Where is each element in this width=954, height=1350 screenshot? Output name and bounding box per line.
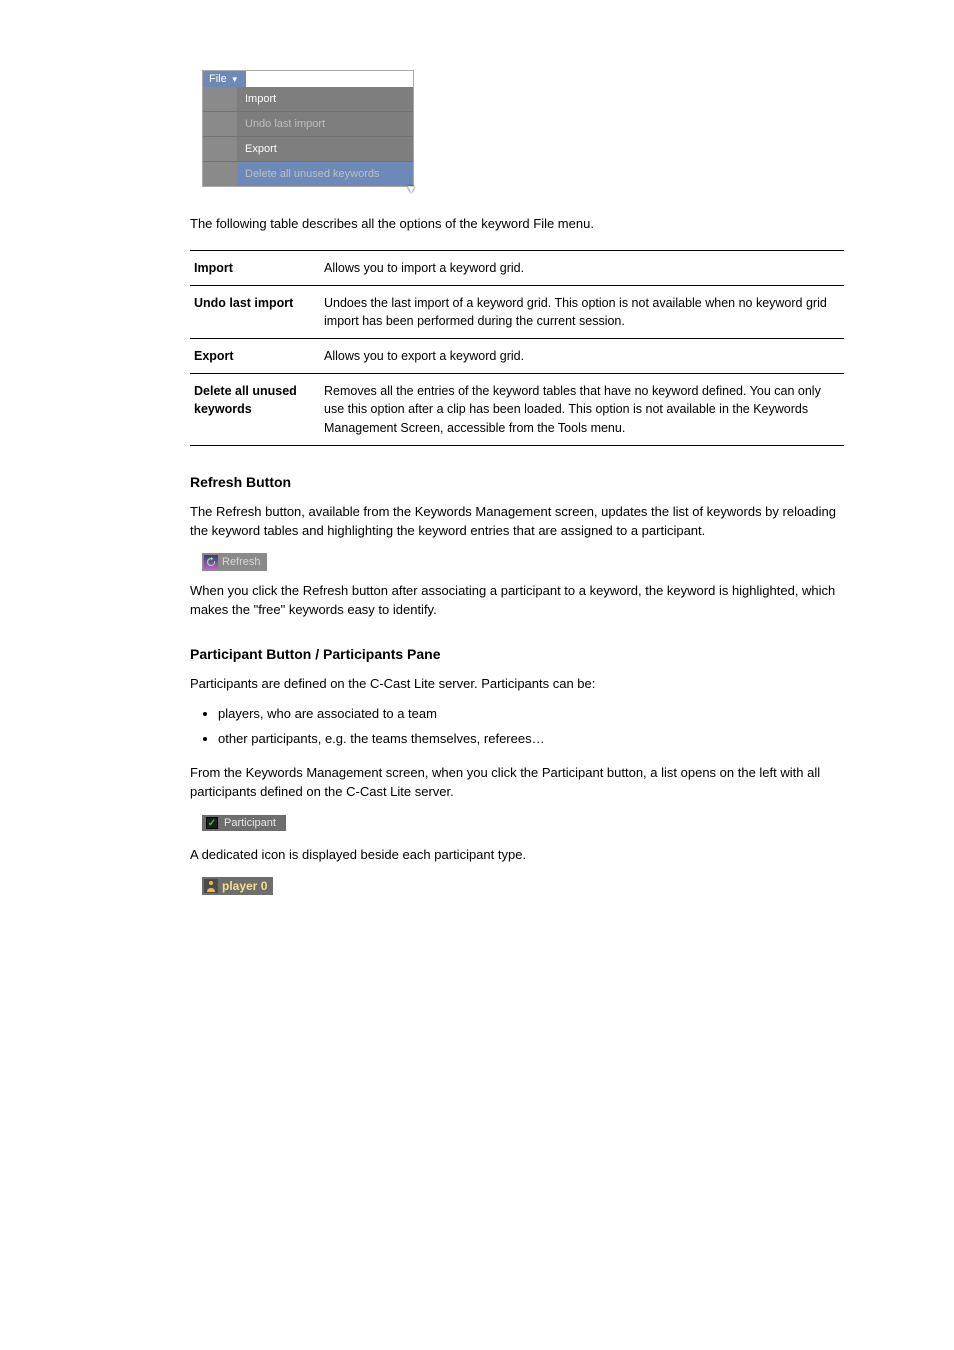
paragraph: A dedicated icon is displayed beside eac… (190, 845, 844, 865)
description-cell: Undoes the last import of a keyword grid… (320, 285, 844, 338)
table-row: Delete all unused keywords Removes all t… (190, 374, 844, 445)
chevron-down-icon: ▼ (231, 75, 239, 84)
refresh-label: Refresh (222, 556, 261, 568)
heading-refresh-button: Refresh Button (190, 474, 844, 490)
menu-item-label: Import (237, 87, 284, 111)
file-menu-body: Import Undo last import Export Delete al… (203, 87, 413, 186)
option-cell: Export (190, 339, 320, 374)
table-row: Import Allows you to import a keyword gr… (190, 250, 844, 285)
file-menu-header: File ▼ (203, 71, 246, 87)
option-cell: Delete all unused keywords (190, 374, 320, 445)
option-cell: Undo last import (190, 285, 320, 338)
list-item: other participants, e.g. the teams thems… (218, 730, 844, 749)
paragraph: When you click the Refresh button after … (190, 581, 844, 620)
player-chip-screenshot: player 0 (202, 877, 273, 895)
refresh-icon (204, 555, 218, 569)
checkmark-icon: ✓ (206, 817, 218, 829)
option-cell: Import (190, 250, 320, 285)
heading-participant-button: Participant Button / Participants Pane (190, 646, 844, 662)
options-table: Import Allows you to import a keyword gr… (190, 250, 844, 446)
file-menu-header-label: File (209, 73, 227, 85)
player-label: player 0 (222, 879, 267, 893)
intro-paragraph: The following table describes all the op… (190, 215, 844, 234)
menu-item-delete-unused-keywords: Delete all unused keywords (203, 161, 413, 186)
refresh-button-screenshot: Refresh (202, 553, 267, 571)
menu-item-undo-last-import: Undo last import (203, 111, 413, 136)
file-menu-screenshot: File ▼ Import Undo last import Export De… (202, 70, 414, 187)
description-cell: Removes all the entries of the keyword t… (320, 374, 844, 445)
paragraph: Participants are defined on the C-Cast L… (190, 674, 844, 694)
paragraph: From the Keywords Management screen, whe… (190, 763, 844, 802)
participant-button-screenshot: ✓ Participant (202, 815, 286, 831)
table-row: Export Allows you to export a keyword gr… (190, 339, 844, 374)
menu-item-label: Undo last import (237, 112, 333, 136)
participant-label: Participant (224, 817, 276, 829)
participant-bullets: players, who are associated to a team ot… (218, 705, 844, 749)
description-cell: Allows you to export a keyword grid. (320, 339, 844, 374)
description-cell: Allows you to import a keyword grid. (320, 250, 844, 285)
list-item: players, who are associated to a team (218, 705, 844, 724)
person-icon (204, 879, 218, 893)
menu-item-export: Export (203, 136, 413, 161)
menu-item-label: Export (237, 137, 285, 161)
paragraph: The Refresh button, available from the K… (190, 502, 844, 541)
table-row: Undo last import Undoes the last import … (190, 285, 844, 338)
menu-item-label: Delete all unused keywords (237, 162, 388, 186)
menu-item-import: Import (203, 87, 413, 111)
